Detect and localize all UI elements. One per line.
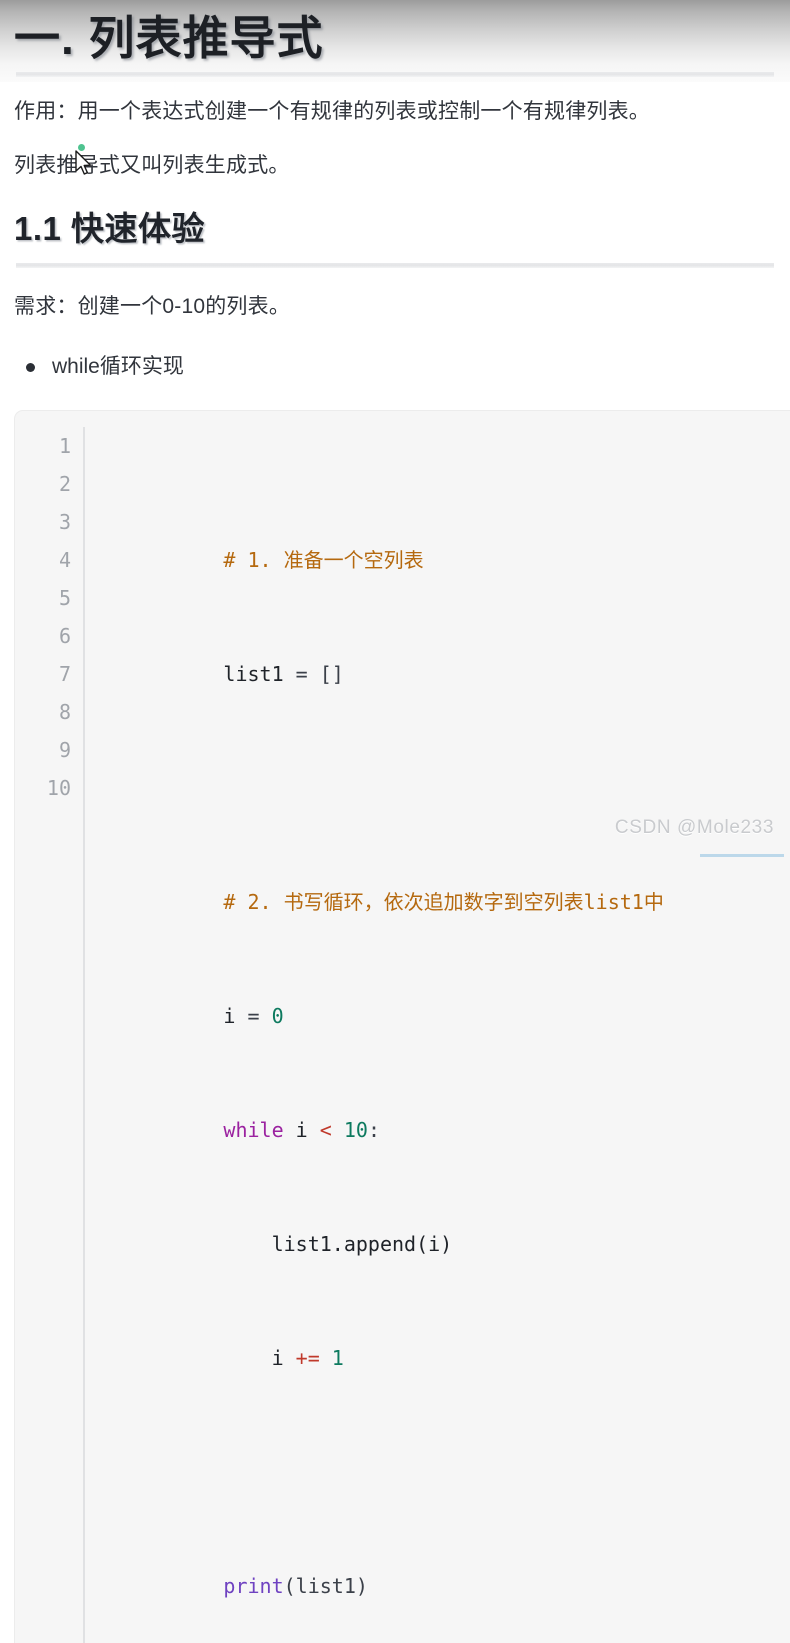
code-line-2: list1 = [] (103, 617, 790, 686)
code-line-6: while i < 10: (103, 1073, 790, 1142)
code-number: 1 (319, 1346, 344, 1370)
code-line-1: # 1. 准备一个空列表 (103, 503, 790, 572)
line-number: 7 (58, 662, 71, 686)
code-identifier: i (283, 1118, 320, 1142)
code-operator: += (295, 1346, 320, 1370)
code-text[interactable]: # 1. 准备一个空列表 list1 = [] # 2. 书写循环，依次追加数字… (85, 427, 790, 1643)
intro-paragraph-2: 列表推导式又叫列表生成式。 (14, 154, 290, 177)
code-identifier: i (223, 1004, 236, 1028)
code-line-numbers: 1 2 3 4 5 6 7 8 9 10 (15, 427, 85, 1643)
code-block-body: 1 2 3 4 5 6 7 8 9 10 # 1. 准备一个空列表 list1 … (15, 427, 790, 1643)
code-number: 10 (331, 1118, 368, 1142)
code-number: 0 (271, 1004, 284, 1028)
code-line-7: list1.append(i) (103, 1187, 790, 1256)
code-line-5: i = 0 (103, 959, 790, 1028)
bullet-list: while循环实现 (14, 354, 776, 380)
code-line-10: print(list1) (103, 1529, 790, 1598)
code-comment: # 1. 准备一个空列表 (223, 548, 424, 572)
code-operator: = (235, 1004, 272, 1028)
document-content: 一. 列表推导式 作用：用一个表达式创建一个有规律的列表或控制一个有规律列表。 … (0, 0, 790, 380)
code-line-4: # 2. 书写循环，依次追加数字到空列表list1中 (103, 845, 790, 914)
watermark: CSDN @Mole233 (614, 817, 774, 838)
intro-paragraph-1: 作用：用一个表达式创建一个有规律的列表或控制一个有规律列表。 (14, 100, 650, 123)
code-statement: list1.append(i) (223, 1232, 453, 1256)
document-page: 一. 列表推导式 作用：用一个表达式创建一个有规律的列表或控制一个有规律列表。 … (0, 0, 790, 1643)
list-item-label: while循环实现 (52, 355, 184, 378)
line-number: 3 (58, 510, 71, 534)
code-comment: # 2. 书写循环，依次追加数字到空列表list1中 (223, 890, 664, 914)
code-keyword: while (223, 1118, 284, 1142)
line-number: 9 (58, 738, 71, 762)
code-identifier: list1 (223, 662, 284, 686)
line-number: 8 (58, 700, 71, 724)
line-number: 10 (46, 776, 71, 800)
code-identifier: i (223, 1346, 296, 1370)
code-operator: < (319, 1118, 332, 1142)
page-title: 一. 列表推导式 (14, 12, 324, 64)
line-number: 4 (58, 548, 71, 572)
line-number: 1 (58, 434, 71, 458)
code-call-args: (list1) (283, 1574, 368, 1598)
code-operator: = [] (283, 662, 344, 686)
list-item: while循环实现 (26, 354, 776, 380)
code-block[interactable]: 1 2 3 4 5 6 7 8 9 10 # 1. 准备一个空列表 list1 … (14, 410, 790, 1643)
line-number: 2 (58, 472, 71, 496)
requirement-text: 需求：创建一个0-10的列表。 (14, 295, 291, 318)
section-heading: 1.1 快速体验 (14, 210, 206, 247)
line-number: 5 (58, 586, 71, 610)
code-function: print (223, 1574, 284, 1598)
code-line-8: i += 1 (103, 1301, 790, 1370)
bullet-dot-icon (26, 363, 35, 372)
code-punctuation: : (367, 1118, 380, 1142)
line-number: 6 (58, 624, 71, 648)
